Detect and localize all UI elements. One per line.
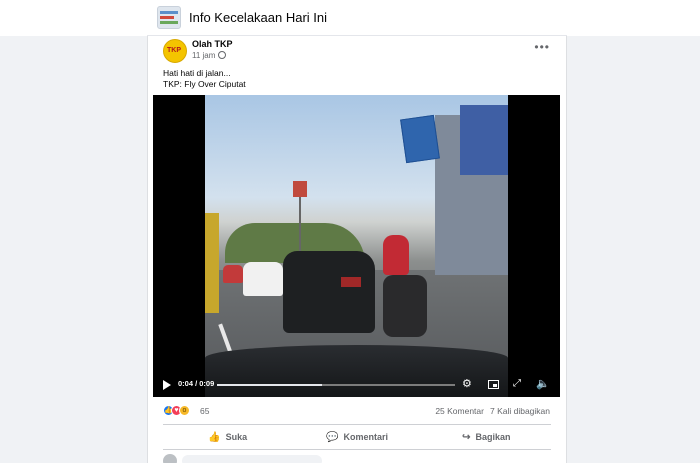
share-label: Bagikan <box>475 432 511 442</box>
video-progress-bar[interactable] <box>217 384 455 386</box>
page-background-left <box>0 36 147 463</box>
divider <box>163 449 551 450</box>
comment-label: Komentari <box>343 432 388 442</box>
like-label: Suka <box>225 432 248 442</box>
more-options-button[interactable]: ••• <box>534 40 550 54</box>
globe-icon <box>218 51 227 59</box>
video-controls: 0:04 / 0:09 ⚙ ⤢ 🔈 <box>153 373 560 397</box>
divider <box>163 424 551 425</box>
share-count-link[interactable]: 7 Kali dibagikan <box>490 406 550 416</box>
comment-bubble[interactable] <box>182 455 322 463</box>
thumbs-up-icon: 👍 <box>208 431 221 443</box>
group-name-link[interactable]: Info Kecelakaan Hari Ini <box>189 10 327 25</box>
post-timestamp[interactable]: 11 jam <box>192 51 215 60</box>
commenter-avatar[interactable] <box>163 454 177 463</box>
post-caption: Hati hati di jalan... TKP: Fly Over Cipu… <box>163 68 246 90</box>
group-thumbnail[interactable] <box>157 6 181 29</box>
play-icon[interactable] <box>163 380 171 390</box>
caption-line: Hati hati di jalan... <box>163 68 231 78</box>
like-button[interactable]: 👍 Suka <box>163 427 292 447</box>
post-meta: 11 jam <box>192 51 227 60</box>
caption-line: TKP: Fly Over Ciputat <box>163 79 246 89</box>
picture-in-picture-icon[interactable] <box>488 380 499 389</box>
video-progress-fill <box>217 384 322 386</box>
comment-count-link[interactable]: 25 Komentar <box>435 406 484 416</box>
volume-icon[interactable]: 🔈 <box>536 378 550 390</box>
video-frame <box>205 95 508 397</box>
share-button[interactable]: ↪ Bagikan <box>422 427 551 447</box>
reaction-count: 65 <box>200 406 210 416</box>
author-name-link[interactable]: Olah TKP <box>192 39 233 49</box>
fullscreen-icon[interactable]: ⤢ <box>513 378 521 390</box>
comment-preview <box>163 454 363 463</box>
post-card: Olah TKP 11 jam ••• Hati hati di jalan..… <box>147 36 567 463</box>
video-time: 0:04 / 0:09 <box>178 379 215 388</box>
post-stats: 25 Komentar 7 Kali dibagikan <box>435 406 550 416</box>
share-arrow-icon: ↪ <box>462 431 471 443</box>
group-header: Info Kecelakaan Hari Ini <box>147 0 567 36</box>
video-player[interactable]: 0:04 / 0:09 ⚙ ⤢ 🔈 <box>153 95 560 397</box>
speech-bubble-icon: 💬 <box>326 431 339 443</box>
post-actions: 👍 Suka 💬 Komentari ↪ Bagikan <box>163 427 551 447</box>
comment-button[interactable]: 💬 Komentari <box>292 427 421 447</box>
author-avatar[interactable] <box>163 39 187 63</box>
gear-icon[interactable]: ⚙ <box>462 378 472 390</box>
wow-reaction-icon: o <box>179 405 190 416</box>
page-background-right <box>567 36 700 463</box>
